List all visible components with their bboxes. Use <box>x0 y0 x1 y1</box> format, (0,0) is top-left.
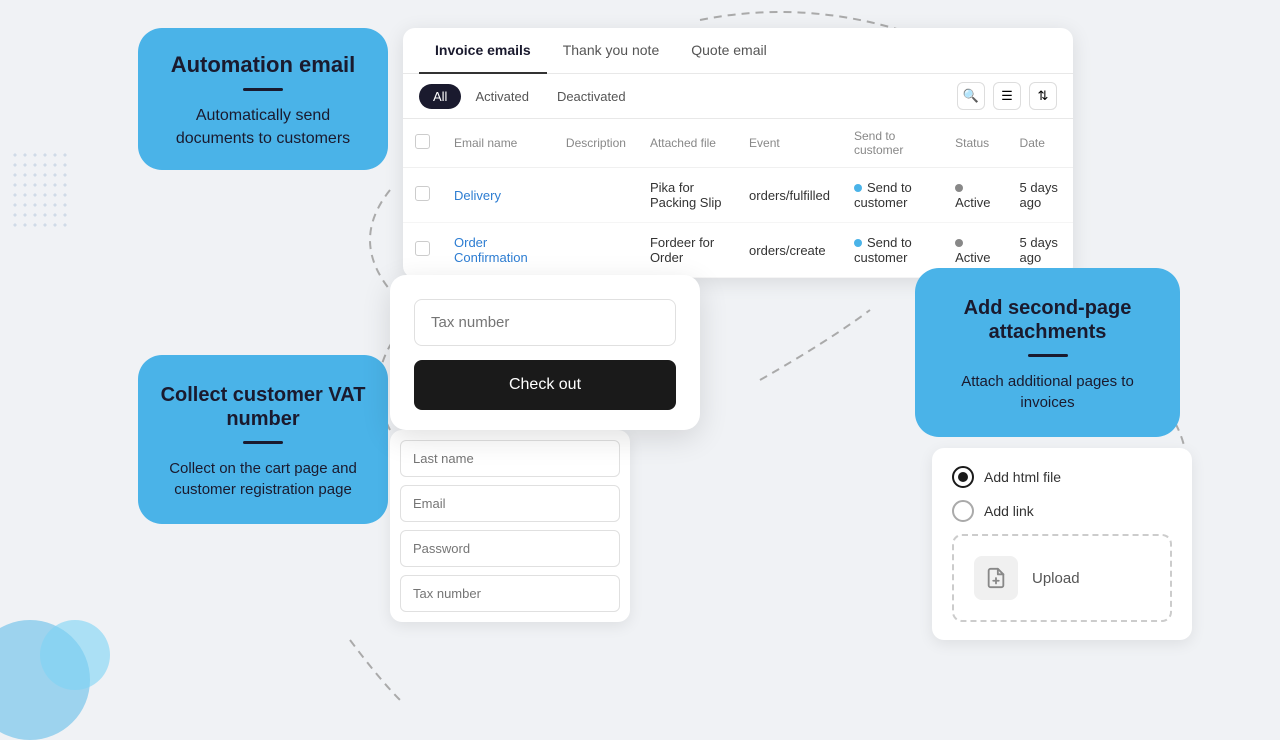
upload-zone[interactable]: Upload <box>952 534 1172 622</box>
checkout-tax-input[interactable] <box>414 299 676 346</box>
email-name-delivery[interactable]: Delivery <box>454 188 501 203</box>
tab-quote-email[interactable]: Quote email <box>675 28 782 74</box>
col-send-to-customer: Send to customer <box>842 119 943 168</box>
row-checkbox-1[interactable] <box>415 186 430 201</box>
col-event: Event <box>737 119 842 168</box>
row-description-2 <box>554 223 638 278</box>
checkout-button[interactable]: Check out <box>414 360 676 410</box>
automation-divider <box>243 88 283 91</box>
radio-add-link[interactable]: Add link <box>952 500 1172 522</box>
col-email-name: Email name <box>442 119 554 168</box>
automation-email-section-label: Automation email Automatically send docu… <box>138 28 388 170</box>
col-status: Status <box>943 119 1007 168</box>
filter-icons: 🔍 ☰ ⇅ <box>957 82 1057 110</box>
radio-link-outer <box>952 500 974 522</box>
email-input[interactable] <box>400 485 620 522</box>
filter-all[interactable]: All <box>419 84 461 109</box>
row-status-1: Active <box>943 168 1007 223</box>
radio-add-html[interactable]: Add html file <box>952 466 1172 488</box>
tab-invoice-emails[interactable]: Invoice emails <box>419 28 547 74</box>
automation-email-title: Automation email <box>158 52 368 78</box>
vat-title: Collect customer VAT number <box>158 383 368 431</box>
tax-number-input[interactable] <box>400 575 620 612</box>
attachments-title: Add second-page attachments <box>935 296 1160 344</box>
invoice-tabs: Invoice emails Thank you note Quote emai… <box>403 28 1073 74</box>
password-input[interactable] <box>400 530 620 567</box>
col-attached-file: Attached file <box>638 119 737 168</box>
attachments-desc: Attach additional pages to invoices <box>935 371 1160 413</box>
radio-link-label: Add link <box>984 503 1034 519</box>
lastname-input[interactable] <box>400 440 620 477</box>
row-event-2: orders/create <box>737 223 842 278</box>
sort-button[interactable]: ⇅ <box>1029 82 1057 110</box>
vat-divider <box>243 441 283 444</box>
invoice-table: Email name Description Attached file Eve… <box>403 119 1073 278</box>
filter-deactivated[interactable]: Deactivated <box>543 84 640 109</box>
attachments-divider <box>1028 354 1068 357</box>
upload-label: Upload <box>1032 570 1080 587</box>
row-attached-file-2: Fordeer for Order <box>638 223 737 278</box>
invoice-filter-row: All Activated Deactivated 🔍 ☰ ⇅ <box>403 74 1073 119</box>
col-date: Date <box>1008 119 1073 168</box>
radio-html-inner <box>958 472 968 482</box>
vat-section-label: Collect customer VAT number Collect on t… <box>138 355 388 524</box>
filter-activated[interactable]: Activated <box>461 84 542 109</box>
row-attached-file-1: Pika for Packing Slip <box>638 168 737 223</box>
vat-desc: Collect on the cart page and customer re… <box>158 458 368 500</box>
dots-decoration <box>10 150 70 230</box>
circle-decoration-2 <box>40 620 110 690</box>
column-filter-button[interactable]: ☰ <box>993 82 1021 110</box>
tab-thank-you-note[interactable]: Thank you note <box>547 28 676 74</box>
table-row: Delivery Pika for Packing Slip orders/fu… <box>403 168 1073 223</box>
registration-form <box>390 430 630 622</box>
checkout-card: Check out <box>390 275 700 430</box>
row-description-1 <box>554 168 638 223</box>
radio-html-label: Add html file <box>984 469 1061 485</box>
automation-email-desc: Automatically send documents to customer… <box>158 105 368 150</box>
row-checkbox-2[interactable] <box>415 241 430 256</box>
upload-icon <box>974 556 1018 600</box>
email-name-order-confirmation[interactable]: Order Confirmation <box>454 235 528 265</box>
search-filter-button[interactable]: 🔍 <box>957 82 985 110</box>
row-send-1: Send to customer <box>842 168 943 223</box>
radio-html-outer <box>952 466 974 488</box>
attachments-section-label: Add second-page attachments Attach addit… <box>915 268 1180 437</box>
select-all-checkbox[interactable] <box>415 134 430 149</box>
col-description: Description <box>554 119 638 168</box>
row-date-1: 5 days ago <box>1008 168 1073 223</box>
attachment-card: Add html file Add link Upload <box>932 448 1192 640</box>
invoice-panel: Invoice emails Thank you note Quote emai… <box>403 28 1073 278</box>
row-event-1: orders/fulfilled <box>737 168 842 223</box>
